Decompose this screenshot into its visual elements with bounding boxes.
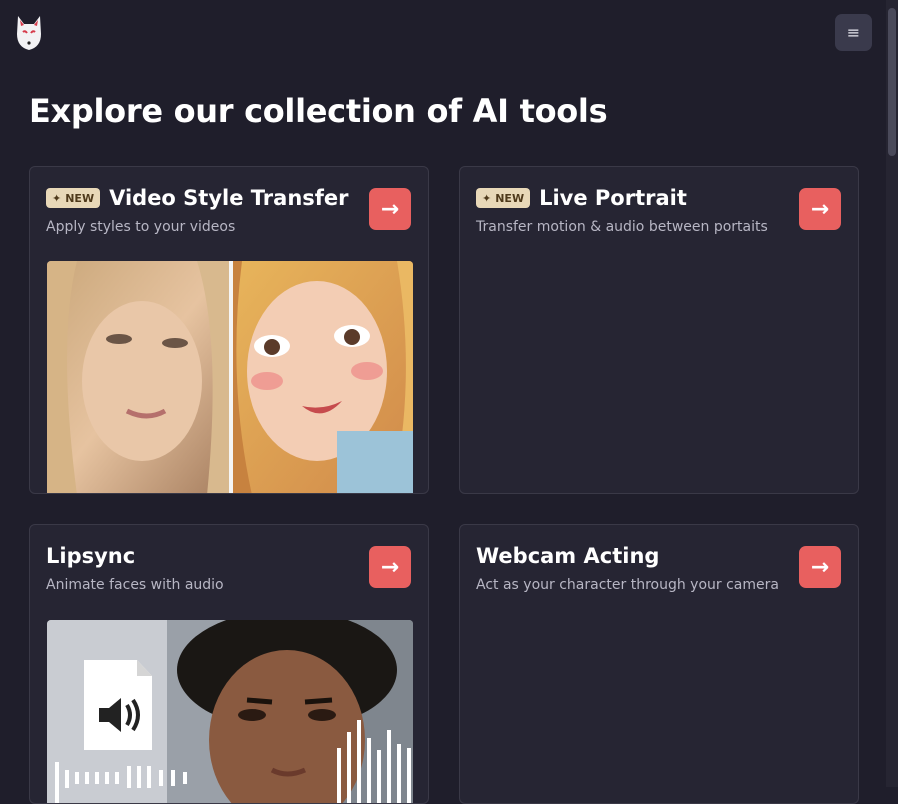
tool-card-lipsync[interactable]: Lipsync Animate faces with audio → [29, 524, 429, 804]
open-tool-button[interactable]: → [799, 188, 841, 230]
arrow-right-icon: → [380, 554, 400, 580]
preview-image [47, 261, 413, 493]
scrollbar-thumb[interactable] [888, 8, 896, 156]
sparkle-icon: ✦ [482, 191, 492, 205]
card-title: Video Style Transfer [109, 186, 349, 210]
new-badge: ✦ NEW [476, 188, 531, 208]
page-title: Explore our collection of AI tools [29, 92, 608, 130]
card-subtitle: Apply styles to your videos [46, 219, 236, 235]
arrow-right-icon: → [810, 196, 830, 222]
card-title: Lipsync [46, 544, 136, 568]
arrow-right-icon: → [380, 196, 400, 222]
top-bar: ≡ [0, 0, 886, 64]
tool-card-live-portrait[interactable]: ✦ NEW Live Portrait Transfer motion & au… [459, 166, 859, 494]
sparkle-icon: ✦ [52, 191, 62, 205]
fox-mask-icon[interactable] [14, 14, 44, 52]
card-subtitle: Animate faces with audio [46, 577, 224, 593]
card-subtitle: Act as your character through your camer… [476, 577, 779, 593]
open-tool-button[interactable]: → [369, 188, 411, 230]
tool-card-webcam-acting[interactable]: Webcam Acting Act as your character thro… [459, 524, 859, 804]
open-tool-button[interactable]: → [369, 546, 411, 588]
card-title: Live Portrait [539, 186, 687, 210]
arrow-right-icon: → [810, 554, 830, 580]
new-badge: ✦ NEW [46, 188, 101, 208]
preview-image [47, 620, 413, 803]
open-tool-button[interactable]: → [799, 546, 841, 588]
card-title: Webcam Acting [476, 544, 660, 568]
card-subtitle: Transfer motion & audio between portaits [476, 219, 768, 235]
hamburger-icon: ≡ [846, 22, 861, 42]
tool-card-video-style-transfer[interactable]: ✦ NEW Video Style Transfer Apply styles … [29, 166, 429, 494]
menu-button[interactable]: ≡ [835, 14, 872, 51]
